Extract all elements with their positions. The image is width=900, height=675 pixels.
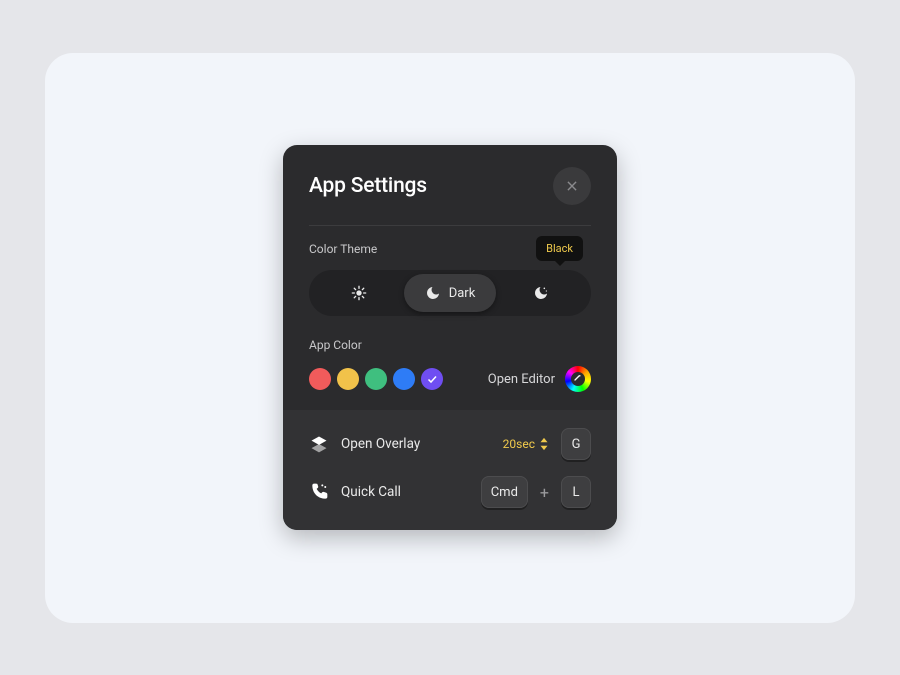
- theme-tooltip: Black: [536, 236, 583, 261]
- swatch-purple[interactable]: [421, 368, 443, 390]
- overlay-key[interactable]: G: [561, 428, 591, 460]
- open-editor-label: Open Editor: [488, 372, 555, 387]
- quick-call-label: Quick Call: [341, 484, 401, 500]
- quick-call-key[interactable]: L: [561, 476, 591, 508]
- theme-segmented-control: Dark: [309, 270, 591, 316]
- close-icon: [565, 179, 579, 193]
- open-overlay-label: Open Overlay: [341, 436, 420, 452]
- theme-option-black[interactable]: [496, 274, 587, 312]
- color-theme-label: Color Theme: [309, 242, 377, 256]
- theme-option-dark-label: Dark: [449, 286, 476, 301]
- quick-call-row: Quick Call Cmd + L: [309, 476, 591, 508]
- sun-icon: [351, 285, 367, 301]
- color-wheel-icon: [565, 366, 591, 392]
- stepper-icon: [539, 437, 549, 451]
- swatch-blue[interactable]: [393, 368, 415, 390]
- panel-bottom: Open Overlay 20sec G: [283, 410, 617, 530]
- swatch-yellow[interactable]: [337, 368, 359, 390]
- quick-call-modifier-key[interactable]: Cmd: [481, 476, 528, 508]
- app-color-label: App Color: [309, 338, 591, 352]
- swatch-row: Open Editor: [309, 366, 591, 392]
- artboard: App Settings Color Theme Black: [45, 53, 855, 623]
- header-row: App Settings: [309, 167, 591, 205]
- panel-top: App Settings Color Theme Black: [283, 145, 617, 410]
- divider: [309, 225, 591, 226]
- overlay-timer-value: 20sec: [503, 437, 535, 451]
- layers-icon: [309, 434, 329, 454]
- moon-icon: [425, 285, 441, 301]
- panel-title: App Settings: [309, 174, 427, 198]
- settings-panel: App Settings Color Theme Black: [283, 145, 617, 530]
- check-icon: [426, 373, 438, 385]
- key-combiner: +: [540, 483, 549, 502]
- open-overlay-row: Open Overlay 20sec G: [309, 428, 591, 460]
- swatch-green[interactable]: [365, 368, 387, 390]
- theme-option-dark[interactable]: Dark: [404, 274, 495, 312]
- open-color-editor[interactable]: Open Editor: [488, 366, 591, 392]
- color-theme-heading: Color Theme Black: [309, 242, 591, 256]
- swatch-red[interactable]: [309, 368, 331, 390]
- close-button[interactable]: [553, 167, 591, 205]
- moon-stars-icon: [533, 285, 549, 301]
- theme-option-light[interactable]: [313, 274, 404, 312]
- overlay-timer-stepper[interactable]: 20sec: [503, 437, 549, 451]
- phone-icon: [309, 482, 329, 502]
